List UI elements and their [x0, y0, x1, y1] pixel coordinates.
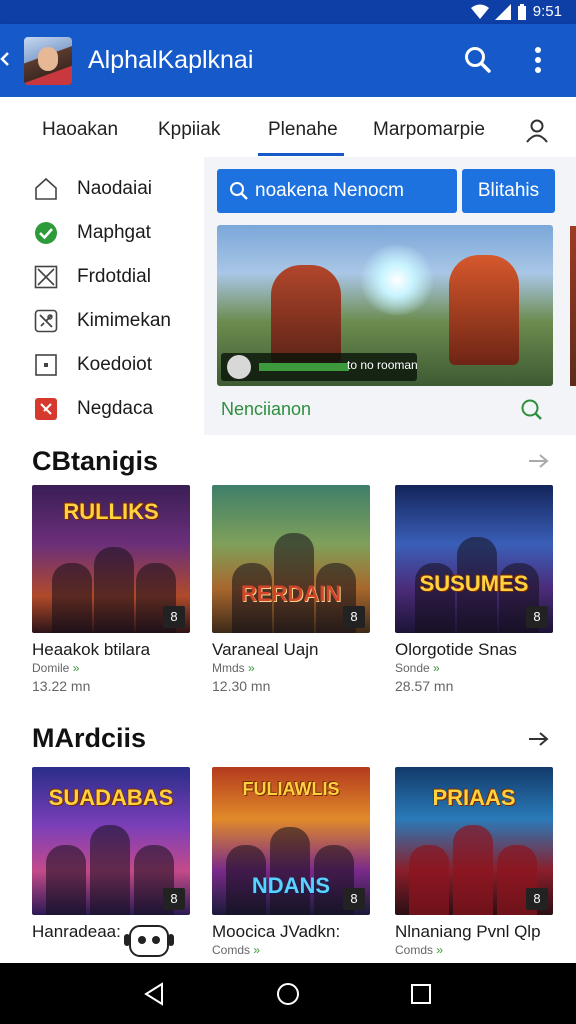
- app-card-size: 12.30 mn: [212, 678, 271, 694]
- battery-icon: [517, 3, 526, 20]
- app-card-name: Heaakok btilara: [32, 640, 151, 659]
- app-card[interactable]: RERDAIN 8 Varaneal Uajn Mmds » 12.30 mn: [212, 485, 370, 700]
- age-badge: 8: [163, 888, 185, 910]
- tab-kppiiak[interactable]: Kppiiak: [158, 119, 220, 141]
- drawer-item-label: Naodaiai: [77, 178, 152, 199]
- x-box-icon: [34, 265, 58, 289]
- back-icon[interactable]: [0, 49, 10, 69]
- wifi-icon: [470, 4, 489, 19]
- app-card-genre: Domile »: [32, 661, 80, 675]
- app-card-logo: RULLIKS: [63, 499, 159, 524]
- person-icon[interactable]: [524, 117, 550, 143]
- status-bar: 9:51: [0, 0, 576, 24]
- section-title: CBtanigis: [32, 446, 159, 476]
- app-card-logo: SUSUMES: [419, 571, 529, 596]
- search-icon[interactable]: [462, 44, 494, 76]
- nav-back-icon[interactable]: [142, 981, 168, 1007]
- avatar[interactable]: [24, 37, 72, 85]
- app-card-logo: SUADABAS: [48, 785, 174, 810]
- app-card[interactable]: SUSUMES 8 Olorgotide Snas Sonde » 28.57 …: [395, 485, 553, 700]
- drawer-item-label: Maphgat: [77, 222, 151, 243]
- app-card-size: 13.22 mn: [32, 678, 91, 694]
- system-nav-bar: [0, 963, 576, 1024]
- drawer-item-naodaiai[interactable]: Naodaiai: [14, 169, 204, 209]
- app-card-logo-top: FULIAWLIS: [242, 779, 340, 799]
- app-card-logo: NDANS: [251, 873, 331, 898]
- drawer-item-label: Kimimekan: [77, 310, 171, 331]
- search-input[interactable]: noakena Nenocm: [217, 169, 457, 213]
- app-card-name: Nlnaniang Pvnl Qlp: [395, 922, 541, 941]
- app-card-genre: Sonde »: [395, 661, 440, 675]
- age-badge: 8: [343, 888, 365, 910]
- app-card-name: Moocica JVadkn:: [212, 922, 341, 941]
- nav-recents-icon[interactable]: [408, 981, 434, 1007]
- app-card-genre: Mmds »: [212, 661, 255, 675]
- drawer-item-frdotdial[interactable]: Frdotdial: [14, 257, 204, 297]
- app-card-name: Olorgotide Snas: [395, 640, 517, 659]
- more-vert-icon[interactable]: [528, 42, 548, 78]
- square-dot-icon: [35, 354, 57, 376]
- drawer-item-negdaca[interactable]: Negdaca: [14, 389, 204, 429]
- red-app-icon: [35, 398, 57, 420]
- nav-drawer: Naodaiai Maphgat Frdotdial Kimimekan Koe…: [14, 157, 204, 435]
- app-card[interactable]: RULLIKS 8 Heaakok btilara Domile » 13.22…: [32, 485, 190, 700]
- drawer-item-label: Frdotdial: [77, 266, 151, 287]
- app-card-name: Varaneal Uajn: [212, 640, 319, 659]
- tab-haoakan[interactable]: Haoakan: [42, 119, 118, 141]
- tab-marpomarpie[interactable]: Marpomarpie: [373, 119, 485, 141]
- banner-overlay-text: to no rooman: [347, 358, 418, 372]
- signal-icon: [494, 3, 511, 20]
- drawer-item-label: Koedoiot: [77, 354, 153, 375]
- app-card[interactable]: FULIAWLIS NDANS 8 Moocica JVadkn: Comds …: [212, 767, 370, 963]
- check-circle-icon: [35, 222, 57, 244]
- featured-panel: noakena Nenocm Blitahis to no rooman Nen…: [204, 157, 576, 435]
- tab-plenahe[interactable]: Plenahe: [268, 119, 338, 141]
- drawer-item-kimimekan[interactable]: Kimimekan: [14, 301, 204, 341]
- app-card-genre: Comds »: [212, 943, 261, 957]
- featured-banner[interactable]: to no rooman: [217, 225, 553, 386]
- tab-indicator: [258, 153, 344, 156]
- search-icon: [230, 182, 248, 200]
- arrow-forward-icon[interactable]: [527, 729, 551, 749]
- search-button[interactable]: Blitahis: [462, 169, 555, 213]
- app-bar: AlphalKaplknai: [0, 24, 576, 97]
- nav-home-icon[interactable]: [275, 981, 301, 1007]
- app-card-logo: PRIAAS: [432, 785, 516, 810]
- age-badge: 8: [526, 606, 548, 628]
- tab-bar: Haoakan Kppiiak Plenahe Marpomarpie: [0, 97, 576, 157]
- drawer-item-label: Negdaca: [77, 398, 154, 419]
- age-badge: 8: [526, 888, 548, 910]
- app-card-name: Hanradeaa:: [32, 922, 121, 941]
- next-banner-peek[interactable]: [570, 226, 576, 386]
- featured-label[interactable]: Nenciianon: [221, 399, 311, 420]
- search-input-value: noakena Nenocm: [255, 180, 404, 201]
- home-icon: [35, 177, 57, 200]
- drawer-item-koedoiot[interactable]: Koedoiot: [14, 345, 204, 385]
- app-card-size: 28.57 mn: [395, 678, 454, 694]
- section-title: MArdciis: [32, 723, 147, 753]
- app-card[interactable]: PRIAAS 8 Nlnaniang Pvnl Qlp Comds »: [395, 767, 553, 963]
- app-title: AlphalKaplknai: [88, 46, 254, 74]
- status-time: 9:51: [532, 3, 562, 20]
- tools-icon: [34, 309, 58, 333]
- banner-app-icon: [227, 355, 251, 379]
- app-card-genre: Comds »: [395, 943, 444, 957]
- age-badge: 8: [163, 606, 185, 628]
- robot-mascot-icon: [124, 925, 174, 957]
- drawer-item-maphgat[interactable]: Maphgat: [14, 213, 204, 253]
- search-icon[interactable]: [520, 398, 544, 422]
- app-card-logo: RERDAIN: [240, 581, 342, 606]
- arrow-forward-icon[interactable]: [527, 451, 551, 471]
- age-badge: 8: [343, 606, 365, 628]
